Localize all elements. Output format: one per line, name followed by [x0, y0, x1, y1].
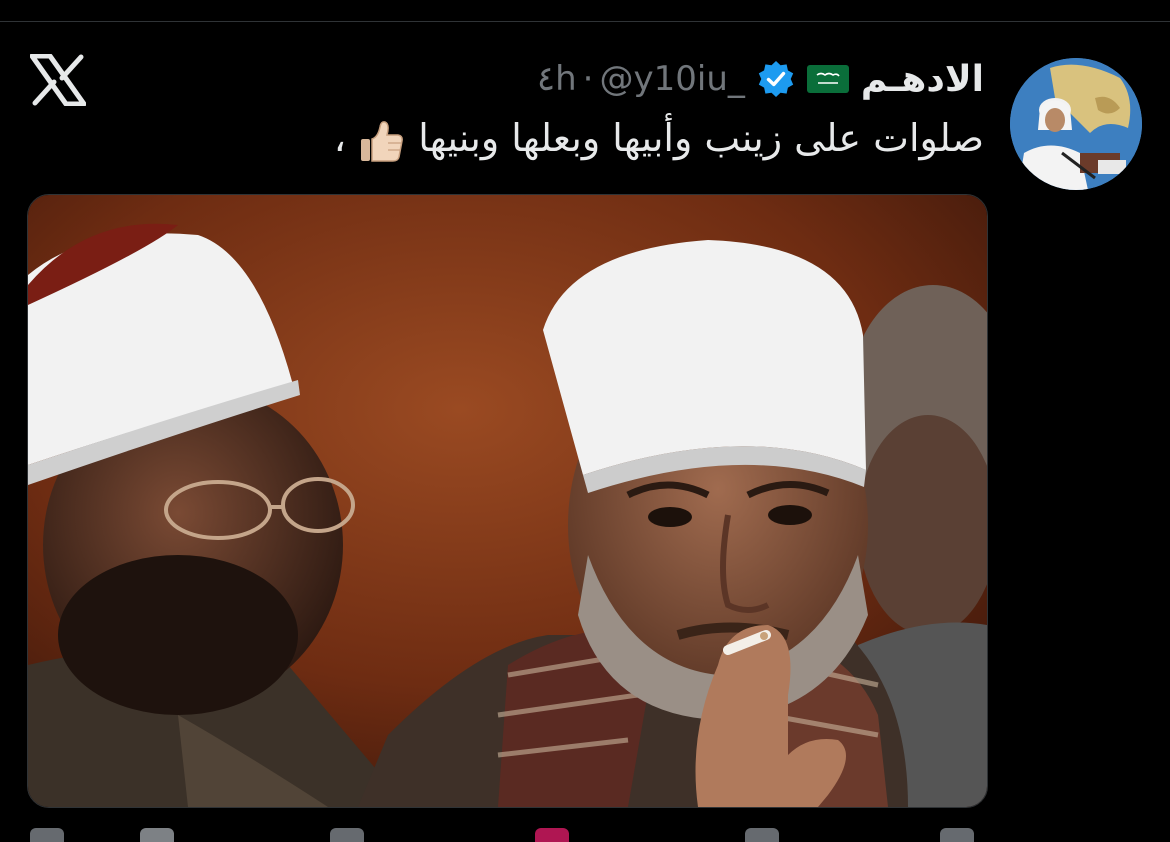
author-handle[interactable]: @y10iu_	[599, 59, 744, 99]
bookmark-icon[interactable]	[745, 828, 779, 842]
avatar[interactable]	[1010, 58, 1142, 190]
saudi-flag-icon	[806, 65, 849, 93]
x-logo-icon[interactable]	[30, 54, 86, 106]
action-bar	[0, 826, 1170, 842]
post-image[interactable]	[27, 194, 988, 808]
share-icon[interactable]	[940, 828, 974, 842]
separator: ·	[582, 59, 594, 99]
post-text-trailing: ،	[333, 116, 347, 160]
post-text-body: صلوات على زينب وأبيها وبعلها وبنيها	[418, 116, 984, 160]
author-name[interactable]: الادهـم	[861, 59, 984, 100]
post-header: ٤h · @y10iu_ الادهـم	[537, 56, 984, 102]
views-icon[interactable]	[330, 828, 364, 842]
time-ago[interactable]: ٤h	[537, 59, 577, 99]
top-divider	[0, 21, 1170, 22]
reply-icon[interactable]	[30, 828, 64, 842]
repost-icon[interactable]	[140, 828, 174, 842]
verified-badge-icon	[758, 61, 794, 97]
post-text: صلوات على زينب وأبيها وبعلها وبنيها ،	[334, 108, 984, 168]
like-icon[interactable]	[535, 828, 569, 842]
thumbs-up-icon	[361, 120, 404, 162]
